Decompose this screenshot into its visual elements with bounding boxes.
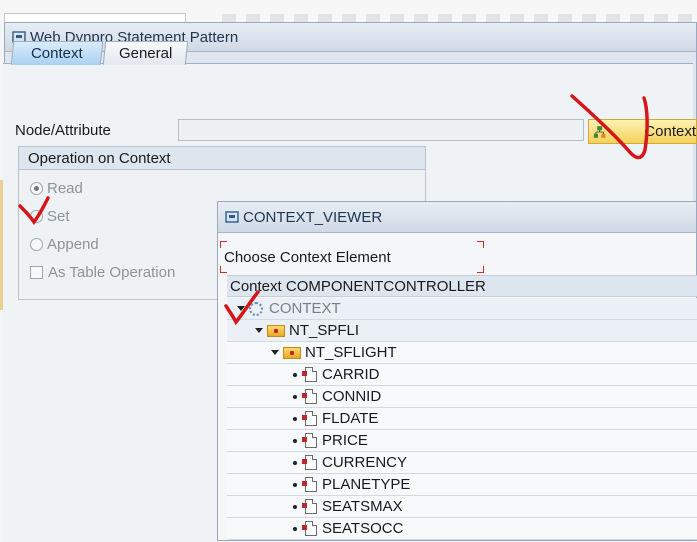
bullet-icon	[293, 372, 297, 377]
bullet-icon	[293, 460, 297, 465]
attribute-icon	[302, 367, 317, 382]
window-icon	[225, 211, 239, 223]
tab-strip: Context General	[10, 41, 189, 65]
tree-attr-carrid[interactable]: CARRID	[227, 364, 697, 386]
attribute-icon	[302, 411, 317, 426]
bullet-icon	[293, 438, 297, 443]
expand-arrow-icon[interactable]	[271, 350, 279, 355]
hierarchy-icon	[593, 125, 606, 138]
attribute-icon	[302, 455, 317, 470]
radio-append-control[interactable]	[30, 238, 43, 251]
bullet-icon	[293, 394, 297, 399]
tree-attr-connid[interactable]: CONNID	[227, 386, 697, 408]
tree-attr-seatsmax[interactable]: SEATSMAX	[227, 496, 697, 518]
bullet-icon	[293, 482, 297, 487]
attribute-icon	[302, 389, 317, 404]
expand-arrow-icon[interactable]	[255, 328, 263, 333]
tree-header: Context COMPONENTCONTROLLER	[227, 275, 697, 297]
tree-attr-price[interactable]: PRICE	[227, 430, 697, 452]
expand-arrow-icon[interactable]	[237, 306, 245, 311]
context-button[interactable]: Context	[588, 119, 697, 144]
node-attribute-input[interactable]	[178, 119, 584, 141]
bullet-icon	[293, 416, 297, 421]
tab-context[interactable]: Context	[10, 41, 104, 65]
attribute-icon	[302, 499, 317, 514]
radio-read[interactable]: Read	[30, 180, 83, 197]
radio-append[interactable]: Append	[30, 236, 99, 253]
attribute-icon	[302, 433, 317, 448]
node-folder-icon	[267, 324, 285, 337]
tree-attr-planetype[interactable]: PLANETYPE	[227, 474, 697, 496]
tree-node-context[interactable]: CONTEXT	[227, 298, 697, 320]
checkbox-table-operation-control[interactable]	[30, 266, 43, 279]
checkbox-table-operation[interactable]: As Table Operation	[30, 264, 175, 281]
attribute-icon	[302, 521, 317, 536]
tree-node-nt-sflight[interactable]: NT_SFLIGHT	[227, 342, 697, 364]
radio-set-control[interactable]	[30, 210, 43, 223]
attribute-icon	[302, 477, 317, 492]
viewer-titlebar: CONTEXT_VIEWER	[218, 202, 696, 233]
tree-attr-seatsocc[interactable]: SEATSOCC	[227, 518, 697, 540]
radio-set[interactable]: Set	[30, 208, 70, 225]
context-button-label: Context	[644, 123, 696, 140]
tree-attr-currency[interactable]: CURRENCY	[227, 452, 697, 474]
choose-context-prompt: Choose Context Element	[220, 241, 484, 273]
tree-node-nt-spfli[interactable]: NT_SPFLI	[227, 320, 697, 342]
node-folder-icon	[283, 346, 301, 359]
context-viewer-dialog: CONTEXT_VIEWER Choose Context Element Co…	[217, 201, 697, 541]
node-attribute-label: Node/Attribute	[15, 122, 111, 139]
bullet-icon	[293, 526, 297, 531]
viewer-title: CONTEXT_VIEWER	[243, 208, 383, 226]
operation-group-title: Operation on Context	[19, 147, 425, 170]
radio-read-control[interactable]	[30, 182, 43, 195]
context-root-icon	[249, 301, 263, 316]
bullet-icon	[293, 504, 297, 509]
tab-general[interactable]: General	[102, 41, 189, 65]
tree-attr-fldate[interactable]: FLDATE	[227, 408, 697, 430]
